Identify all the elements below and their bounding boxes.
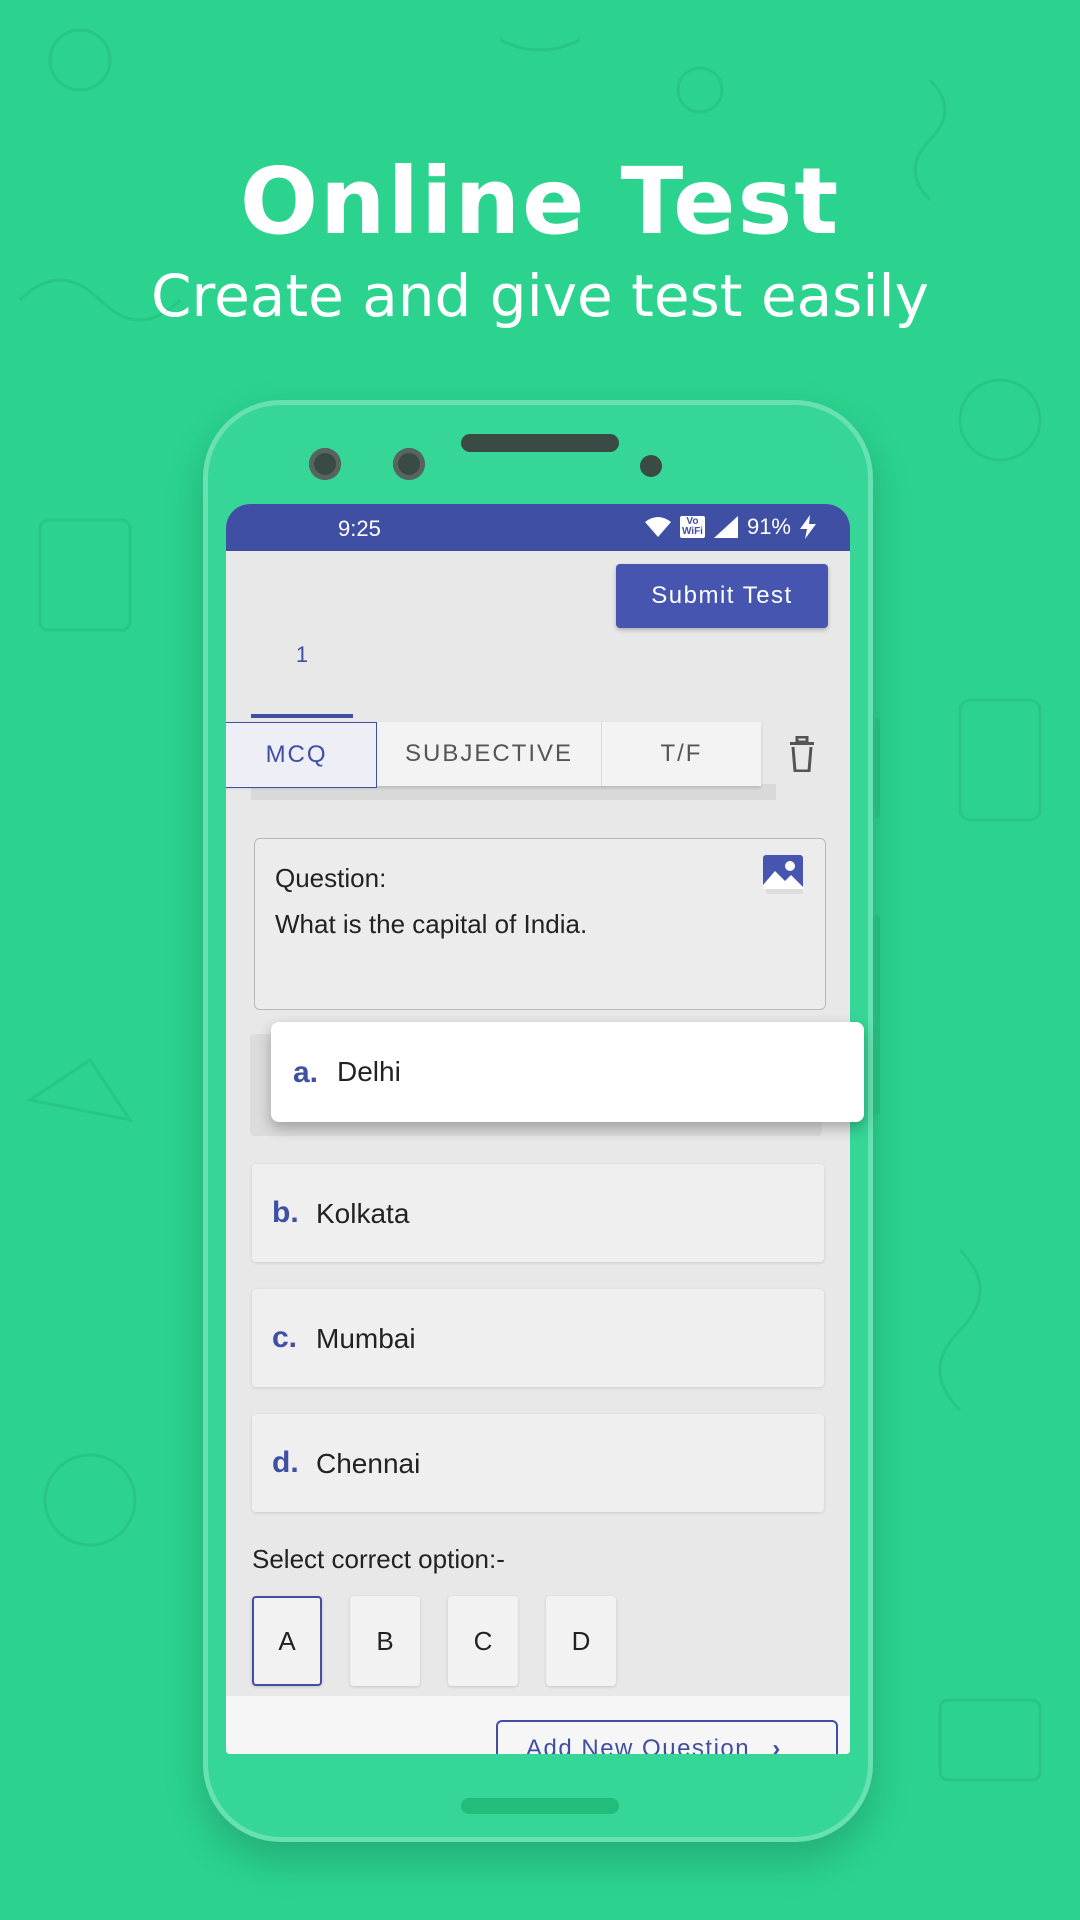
question-input-box[interactable]: Question: What is the capital of India.: [254, 838, 826, 1010]
question-tab-indicator: [251, 714, 353, 718]
battery-percent: 91%: [746, 514, 791, 539]
power-button: [873, 718, 880, 818]
choice-d[interactable]: D: [546, 1596, 616, 1686]
option-c-text: Mumbai: [316, 1323, 416, 1354]
hero-subtitle: Create and give test easily: [151, 262, 929, 330]
submit-test-button[interactable]: Submit Test: [616, 564, 828, 628]
option-b-text: Kolkata: [316, 1198, 410, 1229]
charging-icon: [800, 515, 816, 539]
tab-true-false[interactable]: T/F: [602, 722, 761, 786]
option-c-letter: c.: [272, 1321, 298, 1354]
option-b-letter: b.: [272, 1196, 299, 1229]
option-a-text: Delhi: [337, 1056, 401, 1087]
option-d[interactable]: d. Chennai: [252, 1414, 824, 1512]
vowifi-icon: Vo WiFi: [679, 516, 705, 538]
status-time: 9:25: [338, 516, 381, 541]
option-d-text: Chennai: [316, 1448, 421, 1479]
signal-icon: [713, 516, 738, 538]
earpiece-speaker: [461, 434, 619, 452]
question-text[interactable]: What is the capital of India.: [275, 909, 587, 940]
vowifi-bottom: WiFi: [681, 526, 703, 537]
hero-title: Online Test: [239, 148, 841, 255]
option-c[interactable]: c. Mumbai: [252, 1289, 824, 1387]
tab-mcq[interactable]: MCQ: [226, 722, 378, 788]
front-sensor: [393, 448, 425, 480]
add-question-label: Add New Question: [526, 1735, 751, 1754]
chevron-right-icon: ›: [772, 1735, 782, 1754]
question-tab-1[interactable]: 1: [251, 624, 353, 686]
status-bar: 9:25 Vo WiFi 91%: [226, 504, 850, 551]
delete-icon[interactable]: [786, 736, 818, 772]
front-camera: [309, 448, 341, 480]
volume-button: [873, 915, 880, 1115]
choice-b[interactable]: B: [350, 1596, 420, 1686]
question-label: Question:: [275, 863, 387, 893]
choice-c[interactable]: C: [448, 1596, 518, 1686]
option-a-letter: a.: [293, 1056, 319, 1089]
wifi-icon: [644, 517, 671, 537]
app-screen: 9:25 Vo WiFi 91% Submit Test 1 MCQ SUBJEC…: [226, 504, 850, 1754]
option-d-letter: d.: [272, 1446, 299, 1479]
home-bar: [461, 1798, 619, 1814]
tab-subjective[interactable]: SUBJECTIVE: [377, 722, 602, 786]
option-a[interactable]: a. Delhi: [271, 1022, 864, 1122]
option-b[interactable]: b. Kolkata: [252, 1164, 824, 1262]
status-icons: Vo WiFi 91%: [644, 514, 816, 540]
choice-a[interactable]: A: [252, 1596, 322, 1686]
select-correct-label: Select correct option:-: [252, 1544, 505, 1574]
question-type-selector: MCQ SUBJECTIVE T/F: [226, 722, 761, 788]
add-image-icon[interactable]: [763, 855, 803, 895]
add-new-question-button[interactable]: Add New Question ›: [496, 1720, 838, 1754]
proximity-sensor: [640, 455, 662, 477]
